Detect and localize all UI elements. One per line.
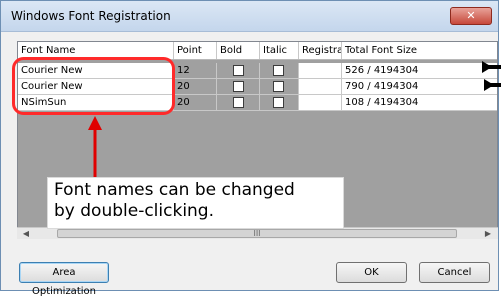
bold-cell	[217, 95, 260, 111]
total-font-size-cell: 108 / 4194304	[342, 95, 497, 111]
point-cell[interactable]: 20	[174, 79, 217, 95]
dialog-window: Windows Font Registration ✕ Font Name Po…	[0, 0, 499, 297]
scrollbar-thumb[interactable]: III	[57, 229, 457, 238]
total-font-size-cell: 526 / 4194304	[342, 63, 497, 79]
bold-cell	[217, 79, 260, 95]
font-name-cell[interactable]: Courier New	[18, 79, 174, 95]
table-row[interactable]: NSimSun 20 108 / 4194304	[18, 95, 497, 111]
italic-cell	[260, 79, 299, 95]
font-name-cell[interactable]: NSimSun	[18, 95, 174, 111]
arrow-right-icon: ▶	[484, 229, 492, 238]
header-total-font-size[interactable]: Total Font Size	[342, 42, 497, 59]
bold-checkbox[interactable]	[233, 65, 244, 76]
italic-checkbox[interactable]	[273, 81, 284, 92]
header-point[interactable]: Point	[174, 42, 217, 59]
annotation-line-2: by double-clicking.	[54, 201, 215, 221]
bold-checkbox[interactable]	[233, 81, 244, 92]
scroll-left-button[interactable]: ◀	[19, 228, 33, 239]
bold-cell	[217, 63, 260, 79]
bold-checkbox[interactable]	[233, 97, 244, 108]
close-icon: ✕	[466, 9, 476, 22]
header-registration[interactable]: Registrati	[299, 42, 342, 59]
annotation-callout: Font names can be changed by double-clic…	[47, 177, 344, 229]
registration-cell[interactable]	[299, 79, 342, 95]
close-button[interactable]: ✕	[450, 7, 492, 25]
cancel-button[interactable]: Cancel	[419, 262, 490, 283]
italic-checkbox[interactable]	[273, 97, 284, 108]
total-font-size-cell: 790 / 4194304	[342, 79, 497, 95]
window-title: Windows Font Registration	[11, 9, 171, 23]
point-cell[interactable]: 12	[174, 63, 217, 79]
area-optimization-button[interactable]: Area Optimization	[19, 262, 109, 297]
grip-icon: III	[253, 229, 261, 238]
header-bold[interactable]: Bold	[217, 42, 260, 59]
ok-button[interactable]: OK	[336, 262, 407, 283]
table-row[interactable]: Courier New 20 790 / 4194304	[18, 79, 497, 95]
registration-cell[interactable]	[299, 95, 342, 111]
table-row[interactable]: Courier New 12 526 / 4194304	[18, 63, 497, 79]
point-cell[interactable]: 20	[174, 95, 217, 111]
arrow-left-icon: ◀	[22, 229, 30, 238]
italic-checkbox[interactable]	[273, 65, 284, 76]
list-header: Font Name Point Bold Italic Registrati T…	[18, 42, 497, 60]
registration-cell[interactable]	[299, 63, 342, 79]
annotation-text: Font names can be changed by double-clic…	[54, 180, 295, 222]
italic-cell	[260, 95, 299, 111]
font-name-cell[interactable]: Courier New	[18, 63, 174, 79]
header-italic[interactable]: Italic	[260, 42, 299, 59]
annotation-line-1: Font names can be changed	[54, 180, 295, 200]
italic-cell	[260, 63, 299, 79]
scroll-right-button[interactable]: ▶	[481, 228, 495, 239]
title-bar[interactable]: Windows Font Registration ✕	[1, 1, 498, 32]
header-font-name[interactable]: Font Name	[18, 42, 174, 59]
